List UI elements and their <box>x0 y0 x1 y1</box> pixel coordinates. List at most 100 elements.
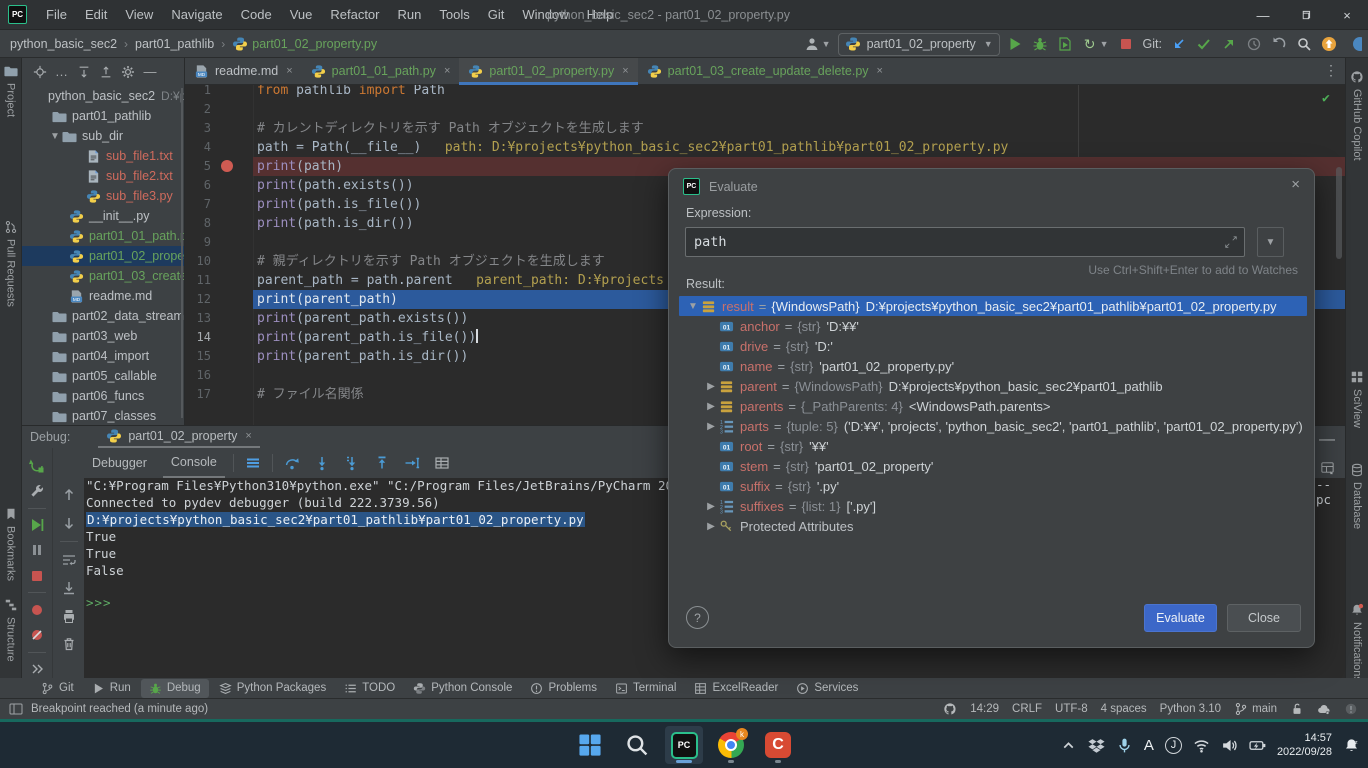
chevron-down-icon[interactable]: ▼ <box>685 301 701 312</box>
breadcrumb-item[interactable]: part01_02_property.py <box>232 36 377 52</box>
step-into-button[interactable] <box>311 452 333 474</box>
menu-code[interactable]: Code <box>232 7 281 22</box>
minimize-button[interactable]: — <box>1242 0 1284 30</box>
stripe-project[interactable]: Project <box>0 64 21 117</box>
tree-row[interactable]: part04_import <box>22 346 184 366</box>
close-icon[interactable]: × <box>622 65 628 77</box>
interpreter[interactable]: Python 3.10 <box>1160 703 1221 715</box>
expression-input[interactable] <box>686 228 1244 256</box>
resume-button[interactable] <box>26 515 48 534</box>
tree-row[interactable]: part07_classes <box>22 406 184 425</box>
tree-row[interactable]: part01_03_create_update <box>22 266 184 286</box>
toolwindow-problems[interactable]: Problems <box>522 679 605 698</box>
line-number[interactable]: 17 <box>185 385 211 404</box>
toolwindow-excelreader[interactable]: ExcelReader <box>686 679 786 698</box>
result-row-suffix[interactable]: 01suffix={str}'.py' <box>679 476 1307 496</box>
commit-button[interactable] <box>1194 33 1214 55</box>
close-icon[interactable]: × <box>444 65 450 77</box>
tree-row[interactable]: sub_file2.txt <box>22 166 184 186</box>
result-row-protected-attributes[interactable]: ▶Protected Attributes <box>679 516 1307 536</box>
line-number[interactable]: 11 <box>185 271 211 290</box>
view-table-button[interactable] <box>431 452 453 474</box>
menu-view[interactable]: View <box>116 7 162 22</box>
debug-tab-console[interactable]: Console <box>163 448 225 478</box>
result-row-drive[interactable]: 01drive={str}'D:' <box>679 336 1307 356</box>
toolwindow-services[interactable]: Services <box>788 679 866 698</box>
menu-edit[interactable]: Edit <box>76 7 116 22</box>
history-button[interactable] <box>1244 33 1264 55</box>
locate-button[interactable] <box>30 62 50 82</box>
chevron-right-icon[interactable]: ▶ <box>703 401 719 412</box>
result-row-parent[interactable]: ▶parent={WindowsPath}D:¥projects¥python_… <box>679 376 1307 396</box>
menu-vue[interactable]: Vue <box>281 7 322 22</box>
project-scrollbar[interactable] <box>181 88 183 418</box>
rollback-button[interactable] <box>1269 33 1289 55</box>
tray-dropbox[interactable] <box>1088 737 1105 754</box>
hide-button[interactable]: — <box>140 62 160 82</box>
git-branch[interactable]: main <box>1234 702 1277 716</box>
print-button[interactable] <box>58 605 80 627</box>
result-row-result[interactable]: ▼result={WindowsPath}D:¥projects¥python_… <box>679 296 1307 316</box>
encoding[interactable]: UTF-8 <box>1055 703 1088 715</box>
ide-update-button[interactable] <box>1319 33 1339 55</box>
toolwindow-python-packages[interactable]: Python Packages <box>211 679 335 698</box>
tray-notifications[interactable]: z <box>1343 737 1360 754</box>
tree-row[interactable]: sub_file3.py <box>22 186 184 206</box>
tray-microphone[interactable] <box>1116 737 1133 754</box>
mute-bp-button[interactable] <box>26 626 48 645</box>
evaluate-button[interactable]: Evaluate <box>1144 604 1217 632</box>
tree-row[interactable]: sub_file1.txt <box>22 146 184 166</box>
line-number[interactable]: 8 <box>185 214 211 233</box>
tree-row[interactable]: part05_callable <box>22 366 184 386</box>
maximize-button[interactable] <box>1284 0 1326 30</box>
readonly-toggle[interactable] <box>1290 702 1304 716</box>
tree-row[interactable]: part01_pathlib <box>22 106 184 126</box>
rerun-button[interactable]: ↻▼ <box>1080 33 1111 55</box>
toolwindow-git[interactable]: Git <box>33 679 82 698</box>
tree-row[interactable]: part06_funcs <box>22 386 184 406</box>
tray-wifi[interactable] <box>1193 737 1210 754</box>
indent-style[interactable]: 4 spaces <box>1101 703 1147 715</box>
result-row-suffixes[interactable]: ▶123suffixes={list: 1}['.py'] <box>679 496 1307 516</box>
taskbar-taskbar-search[interactable] <box>618 726 656 764</box>
sync-settings[interactable] <box>1317 702 1331 716</box>
result-row-name[interactable]: 01name={str}'part01_02_property.py' <box>679 356 1307 376</box>
event-log[interactable] <box>1344 702 1358 716</box>
force-step-into-button[interactable] <box>341 452 363 474</box>
editor-scrollbar[interactable] <box>1336 167 1342 259</box>
taskbar-chrome[interactable]: k <box>712 726 750 764</box>
tab-options-icon[interactable]: ⋮ <box>1324 62 1339 79</box>
trash-button[interactable] <box>58 633 80 655</box>
profile-button[interactable]: ▼ <box>802 33 833 55</box>
view-bp-button[interactable] <box>26 600 48 619</box>
tab-readme.md[interactable]: MDreadme.md× <box>185 58 302 84</box>
taskbar-pycharm[interactable]: PC <box>665 726 703 764</box>
menu-file[interactable]: File <box>37 7 76 22</box>
stop-button[interactable] <box>26 566 48 585</box>
step-out-button[interactable] <box>371 452 393 474</box>
close-icon[interactable]: × <box>286 65 292 77</box>
line-number[interactable]: 14 <box>185 328 211 347</box>
toolwindow-python-console[interactable]: Python Console <box>405 679 520 698</box>
copilot-status[interactable] <box>943 702 957 716</box>
expression-history-dropdown[interactable]: ▼ <box>1257 227 1284 257</box>
ime-mode[interactable]: A <box>1144 737 1154 754</box>
debug-session-tab[interactable]: part01_02_property× <box>98 426 260 448</box>
run-button[interactable] <box>1005 33 1025 55</box>
push-button[interactable] <box>1219 33 1239 55</box>
tab-part01_02_property.py[interactable]: part01_02_property.py× <box>459 58 637 84</box>
line-number[interactable]: 9 <box>185 233 211 252</box>
toolwindow-run[interactable]: Run <box>84 679 139 698</box>
result-row-parts[interactable]: ▶123parts={tuple: 5}('D:¥¥', 'projects',… <box>679 416 1307 436</box>
breadcrumb-item[interactable]: part01_pathlib <box>135 37 214 51</box>
line-number[interactable]: 15 <box>185 347 211 366</box>
stripe-pull-requests[interactable]: Pull Requests <box>0 220 21 307</box>
scrollend-button[interactable] <box>58 577 80 599</box>
line-number[interactable]: 7 <box>185 195 211 214</box>
result-row-stem[interactable]: 01stem={str}'part01_02_property' <box>679 456 1307 476</box>
tray-volume[interactable] <box>1221 737 1238 754</box>
tree-row[interactable]: part01_01_path.py <box>22 226 184 246</box>
line-number[interactable]: 16 <box>185 366 211 385</box>
chevron-right-icon[interactable]: ▶ <box>703 381 719 392</box>
line-number[interactable]: 6 <box>185 176 211 195</box>
